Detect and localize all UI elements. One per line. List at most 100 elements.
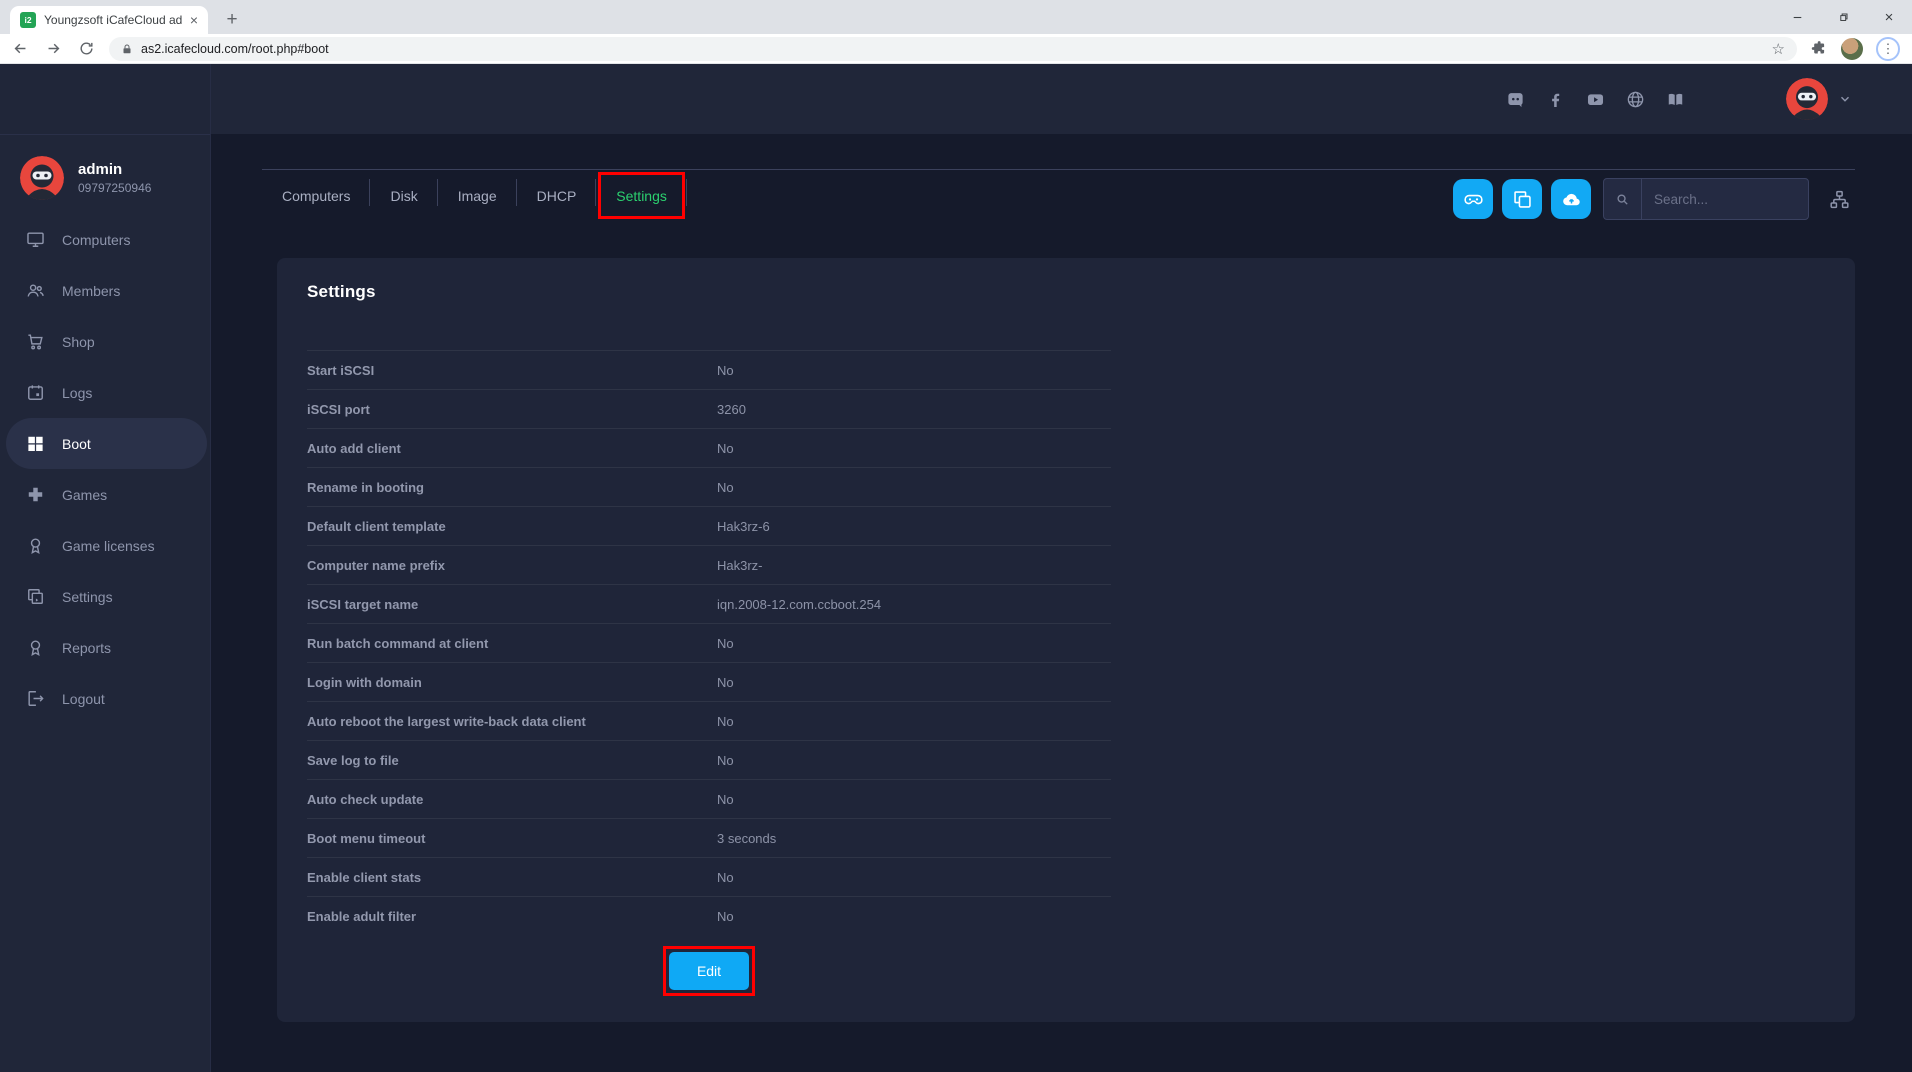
back-button[interactable] [7,36,33,62]
tab-computers[interactable]: Computers [262,170,370,222]
social-link-youtube[interactable] [1586,90,1605,109]
setting-label: Rename in booting [307,480,717,495]
extensions-icon[interactable] [1811,40,1828,57]
youtube-icon [1586,90,1605,109]
facebook-icon [1546,90,1565,109]
refresh-icon [78,40,95,57]
tabbar-actions [1453,179,1591,219]
copy-icon [1512,189,1533,210]
boot-tabs: Computers Disk Image DHCP Settings [262,170,687,222]
sidebar-item-members[interactable]: Members [0,265,210,316]
website-icon [1626,90,1645,109]
members-icon [26,281,45,300]
setting-value: No [717,675,734,690]
user-phone: 09797250946 [78,181,151,195]
tab-close-icon[interactable]: × [190,13,198,27]
sidebar-item-logout[interactable]: Logout [0,673,210,724]
setting-value: No [717,753,734,768]
new-tab-button[interactable]: + [218,6,246,34]
sidebar-user-block: admin 09797250946 [20,156,151,200]
settings-row-run-batch-command-at-client: Run batch command at client No [307,623,1111,662]
tab-image[interactable]: Image [438,170,517,222]
sidebar-item-settings[interactable]: Settings [0,571,210,622]
boot-icon [26,434,45,453]
restore-icon [1837,11,1850,24]
setting-value: No [717,363,734,378]
setting-label: Computer name prefix [307,558,717,573]
search-input[interactable] [1642,191,1808,208]
setting-value: 3260 [717,402,746,417]
user-menu[interactable] [1786,78,1852,120]
action-button-cloud-upload[interactable] [1551,179,1591,219]
setting-label: iSCSI target name [307,597,717,612]
setting-value: iqn.2008-12.com.ccboot.254 [717,597,881,612]
settings-row-login-with-domain: Login with domain No [307,662,1111,701]
tab-dhcp[interactable]: DHCP [517,170,597,222]
sidebar-item-shop[interactable]: Shop [0,316,210,367]
browser-tab[interactable]: i2 Youngzsoft iCafeCloud admin × [10,6,208,34]
sidebar-item-reports[interactable]: Reports [0,622,210,673]
setting-value: No [717,636,734,651]
search-box [1603,178,1809,220]
action-button-gamepad[interactable] [1453,179,1493,219]
settings-row-boot-menu-timeout: Boot menu timeout 3 seconds [307,818,1111,857]
network-topology-icon[interactable] [1829,189,1850,210]
settings-row-start-iscsi: Start iSCSI No [307,350,1111,389]
logout-icon [26,689,45,708]
lock-icon [121,43,133,55]
browser-menu-icon[interactable]: ⋮ [1876,37,1900,61]
settings-row-iscsi-target-name: iSCSI target name iqn.2008-12.com.ccboot… [307,584,1111,623]
tab-disk[interactable]: Disk [370,170,437,222]
logs-icon [26,383,45,402]
close-window-button[interactable]: × [1866,0,1912,34]
forward-button[interactable] [40,36,66,62]
sidebar-item-games[interactable]: Games [0,469,210,520]
settings-icon [26,587,45,606]
sidebar-item-logs[interactable]: Logs [0,367,210,418]
search-icon [1604,179,1642,219]
browser-toolbar: as2.icafecloud.com/root.php#boot ☆ ⋮ [0,34,1912,64]
settings-row-default-client-template: Default client template Hak3rz-6 [307,506,1111,545]
social-link-facebook[interactable] [1546,90,1565,109]
discord-icon [1506,90,1525,109]
minimize-icon [1791,11,1804,24]
sidebar-item-label: Shop [62,334,95,350]
setting-label: Enable client stats [307,870,717,885]
sidebar-item-label: Reports [62,640,111,656]
social-link-website[interactable] [1626,90,1645,109]
setting-value: No [717,714,734,729]
app-header: i2 iCafeCloud [0,64,1912,134]
browser-profile-avatar[interactable] [1841,38,1863,60]
settings-row-auto-check-update: Auto check update No [307,779,1111,818]
setting-value: No [717,909,734,924]
action-button-copy[interactable] [1502,179,1542,219]
tab-label: Settings [616,188,667,204]
url-bar[interactable]: as2.icafecloud.com/root.php#boot ☆ [109,37,1797,61]
tab-settings[interactable]: Settings [596,170,687,222]
setting-label: Default client template [307,519,717,534]
sidebar-item-boot[interactable]: Boot [6,418,207,469]
cloud-upload-icon [1561,189,1582,210]
sidebar-item-game-licenses[interactable]: Game licenses [0,520,210,571]
toolbar-right: ⋮ [1811,37,1900,61]
setting-value: No [717,480,734,495]
social-link-discord[interactable] [1506,90,1525,109]
refresh-button[interactable] [73,36,99,62]
browser-tabstrip: i2 Youngzsoft iCafeCloud admin × + × [0,0,1912,34]
settings-row-save-log-to-file: Save log to file No [307,740,1111,779]
sidebar-item-computers[interactable]: Computers [0,214,210,265]
sidebar-item-label: Computers [62,232,130,248]
settings-row-auto-reboot-the-largest-write-back-data-client: Auto reboot the largest write-back data … [307,701,1111,740]
setting-value: 3 seconds [717,831,776,846]
edit-button[interactable]: Edit [669,952,749,990]
bookmark-star-icon[interactable]: ☆ [1772,40,1785,58]
social-link-docs[interactable] [1666,90,1685,109]
site-favicon-icon: i2 [20,12,36,28]
restore-button[interactable] [1820,0,1866,34]
minimize-button[interactable] [1774,0,1820,34]
reports-icon [26,638,45,657]
forward-icon [45,40,62,57]
admin-avatar [1786,78,1828,120]
setting-value: No [717,870,734,885]
tab-label: Computers [282,188,350,204]
